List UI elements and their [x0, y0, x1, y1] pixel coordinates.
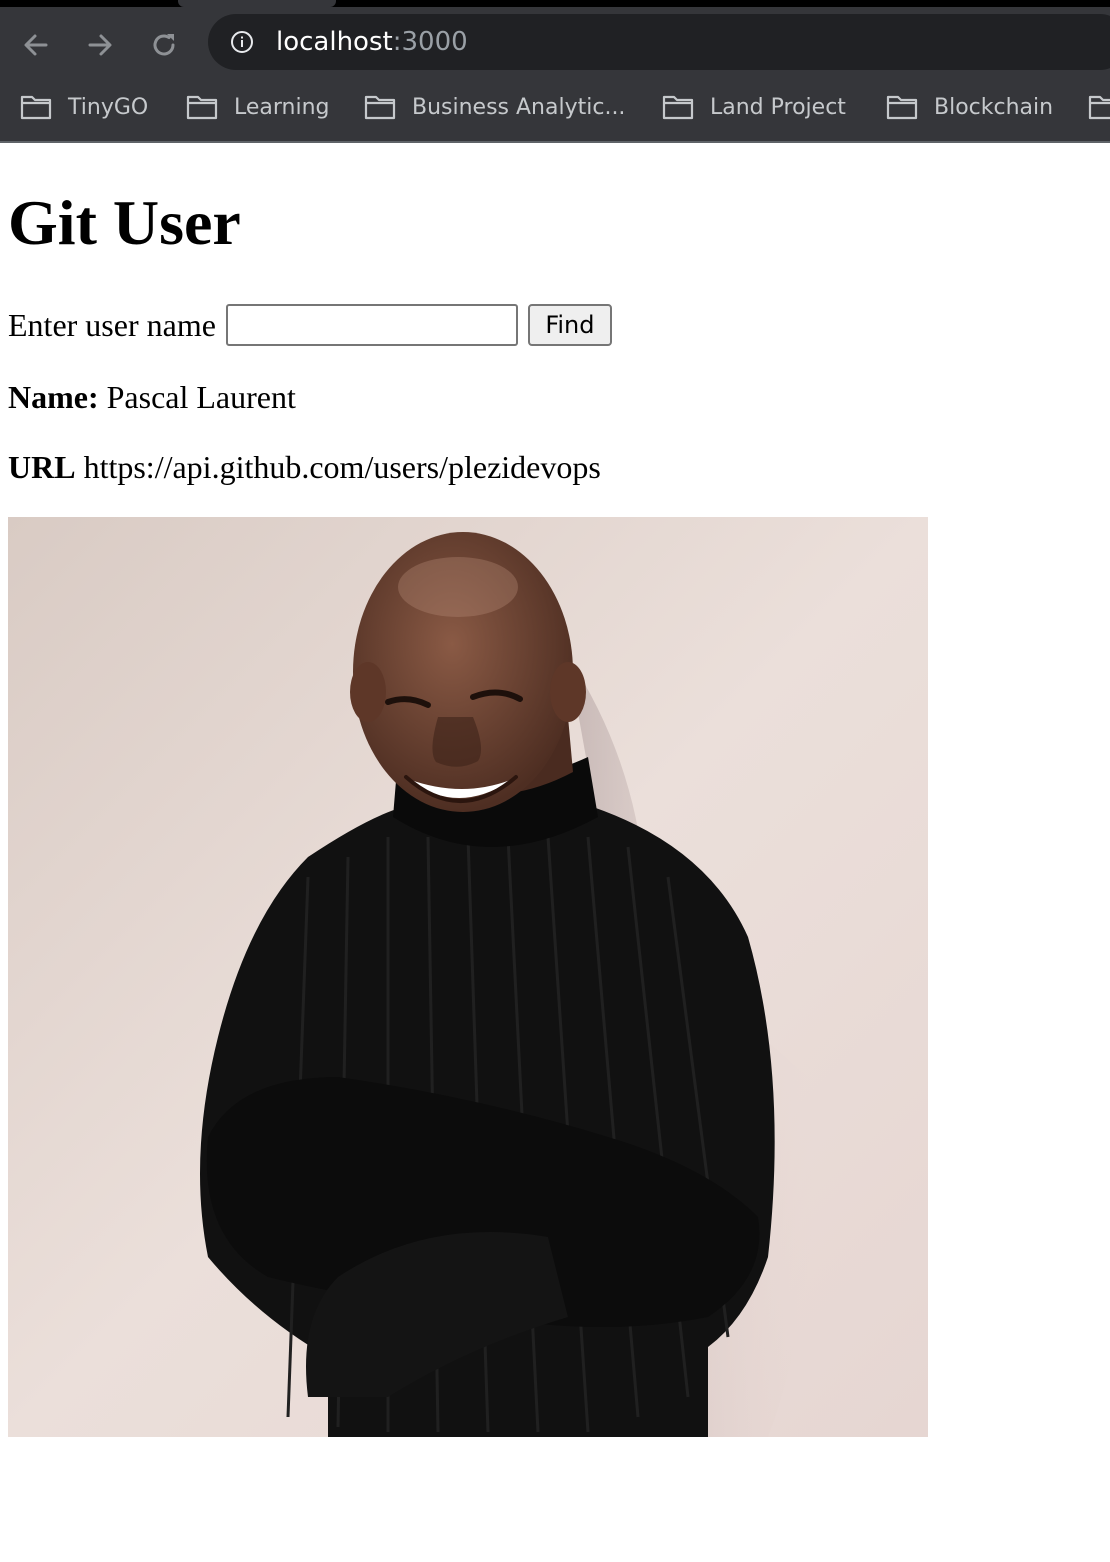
user-name: Pascal Laurent — [106, 379, 296, 415]
bookmark-label: Business Analytic... — [412, 94, 626, 120]
page-title: Git User — [8, 187, 241, 258]
folder-icon — [886, 95, 918, 120]
folder-icon — [186, 95, 218, 120]
address-bar-url: localhost:3000 — [276, 27, 468, 57]
reload-icon — [153, 34, 175, 56]
bookmark-folder-blockchain[interactable]: Blockchain — [886, 91, 1053, 123]
url-port: :3000 — [392, 27, 468, 57]
folder-icon — [20, 95, 52, 120]
folder-icon — [662, 95, 694, 120]
user-name-line: Name: Pascal Laurent — [8, 377, 296, 417]
active-tab[interactable] — [178, 0, 336, 7]
url-host: localhost — [276, 27, 393, 57]
back-button[interactable] — [18, 27, 54, 63]
bookmark-label: Learning — [234, 94, 330, 120]
user-url-line: URL https://api.github.com/users/plezide… — [8, 447, 601, 487]
reload-button[interactable] — [146, 27, 182, 63]
search-label: Enter user name — [8, 306, 216, 343]
back-arrow-icon — [24, 34, 48, 56]
bookmark-folder-overflow[interactable] — [1088, 91, 1110, 123]
folder-icon — [1088, 95, 1110, 120]
find-button[interactable]: Find — [527, 304, 612, 346]
bookmark-folder-business-analytics[interactable]: Business Analytic... — [364, 91, 625, 123]
tab-strip — [0, 0, 1110, 7]
browser-toolbar: localhost:3000 — [0, 7, 1110, 77]
forward-button[interactable] — [82, 27, 118, 63]
forward-arrow-icon — [88, 34, 112, 56]
bookmark-label: Land Project — [710, 94, 846, 120]
search-form: Enter user name Find — [8, 303, 612, 347]
url-label: URL — [8, 449, 76, 485]
user-avatar — [8, 517, 928, 1437]
avatar-photo — [8, 517, 928, 1437]
folder-icon — [364, 95, 396, 120]
address-bar[interactable]: localhost:3000 — [208, 14, 1110, 70]
name-label: Name: — [8, 379, 99, 415]
info-icon[interactable] — [230, 30, 254, 54]
bookmarks-bar: TinyGO Learning Business Analytic... Lan… — [0, 77, 1110, 143]
bookmark-folder-learning[interactable]: Learning — [186, 91, 330, 123]
bookmark-folder-land-project[interactable]: Land Project — [662, 91, 846, 123]
user-url: https://api.github.com/users/plezidevops — [83, 449, 601, 485]
bookmark-folder-tinygo[interactable]: TinyGO — [20, 91, 148, 123]
username-input[interactable] — [225, 304, 518, 346]
bookmark-label: TinyGO — [68, 94, 149, 120]
bookmark-label: Blockchain — [934, 94, 1054, 120]
